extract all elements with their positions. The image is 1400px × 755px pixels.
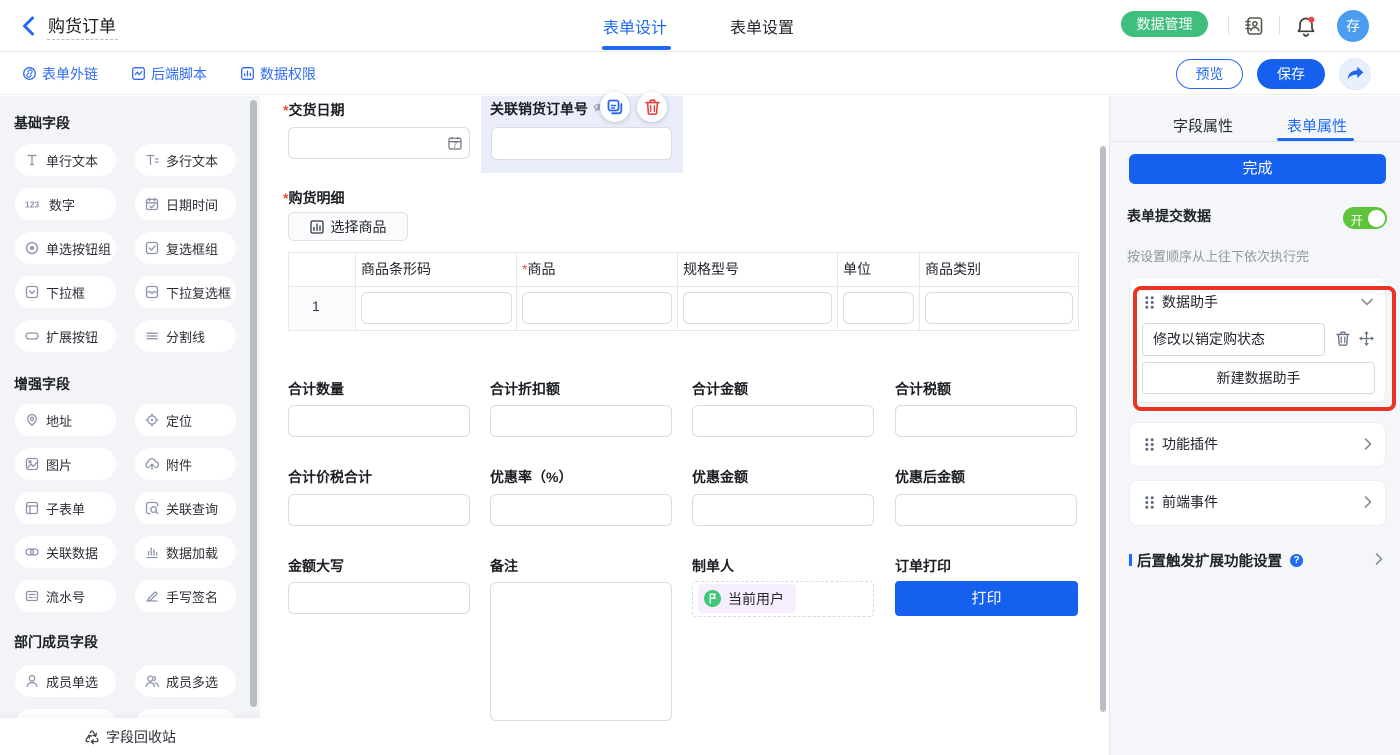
svg-text:7: 7 bbox=[453, 141, 458, 150]
svg-text:123: 123 bbox=[25, 200, 39, 210]
